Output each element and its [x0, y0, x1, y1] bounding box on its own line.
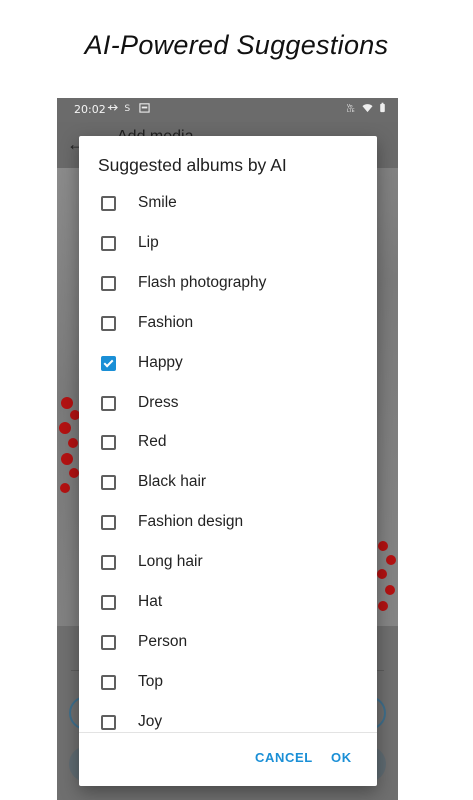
checkbox-unchecked[interactable]: [101, 595, 116, 610]
svg-text:S: S: [124, 103, 130, 113]
album-option-label: Black hair: [138, 473, 207, 491]
battery-icon: [380, 102, 385, 113]
album-option[interactable]: Fashion design: [79, 502, 377, 542]
album-option-label: Person: [138, 632, 188, 650]
album-option[interactable]: Lip: [79, 223, 377, 263]
checkbox-unchecked[interactable]: [101, 515, 116, 531]
album-option[interactable]: Person: [79, 622, 377, 662]
sync-icon: S: [124, 103, 130, 113]
wifi-icon: [362, 104, 373, 113]
album-option-label: Smile: [138, 194, 177, 211]
checkbox-unchecked[interactable]: [101, 235, 116, 251]
album-option-label: Fashion design: [138, 513, 244, 531]
album-option[interactable]: Dress: [79, 383, 377, 423]
checkbox-unchecked[interactable]: [101, 196, 116, 211]
album-option-label: Fashion: [138, 313, 194, 331]
ok-button[interactable]: OK: [331, 750, 352, 765]
album-option-label: Joy: [138, 712, 163, 730]
checkmark-icon: [103, 357, 114, 368]
usb-icon: [107, 104, 118, 111]
album-option-label: Top: [138, 672, 163, 690]
album-option[interactable]: Smile: [79, 183, 377, 223]
checkbox-checked[interactable]: [101, 355, 116, 371]
status-bar: 20:02 S Vo LTE: [57, 98, 398, 122]
checkbox-unchecked[interactable]: [101, 435, 116, 451]
album-option[interactable]: Fashion: [79, 303, 377, 343]
checkbox-unchecked[interactable]: [101, 714, 116, 730]
album-option[interactable]: Joy: [79, 702, 377, 742]
status-left-icons: S: [107, 102, 150, 113]
checkbox-unchecked[interactable]: [101, 475, 116, 491]
album-option-label: Flash photography: [138, 273, 267, 291]
album-option[interactable]: Red: [79, 422, 377, 462]
album-option[interactable]: Black hair: [79, 462, 377, 502]
svg-text:LTE: LTE: [347, 108, 355, 113]
promo-title: AI-Powered Suggestions: [84, 30, 389, 60]
album-option-label: Hat: [138, 593, 163, 610]
checkbox-unchecked[interactable]: [101, 275, 116, 291]
cancel-button[interactable]: CANCEL: [255, 750, 313, 765]
checkbox-unchecked[interactable]: [101, 315, 116, 331]
status-right-icons: Vo LTE: [347, 102, 388, 113]
album-option-label: Dress: [138, 393, 179, 411]
calendar-icon: [139, 103, 150, 113]
album-option[interactable]: Happy: [79, 343, 377, 383]
album-option[interactable]: Hat: [79, 582, 377, 622]
album-option-label: Long hair: [138, 553, 203, 571]
checkbox-unchecked[interactable]: [101, 634, 116, 650]
album-option[interactable]: Flash photography: [79, 263, 377, 303]
checkbox-unchecked[interactable]: [101, 395, 116, 411]
suggested-albums-dialog: Suggested albums by AI Smile Lip Flash pho…: [79, 136, 377, 786]
dialog-title: Suggested albums by AI: [98, 155, 287, 175]
album-option[interactable]: Top: [79, 662, 377, 702]
checkbox-unchecked[interactable]: [101, 674, 116, 690]
album-option-label: Lip: [138, 233, 159, 251]
album-option[interactable]: Long hair: [79, 542, 377, 582]
album-option-label: Red: [138, 433, 167, 451]
dialog-divider: [79, 732, 377, 733]
checkbox-unchecked[interactable]: [101, 555, 116, 571]
volte-icon: VoLTE: [347, 104, 355, 114]
album-option-label: Happy: [138, 353, 183, 371]
status-time: 20:02: [74, 103, 106, 116]
